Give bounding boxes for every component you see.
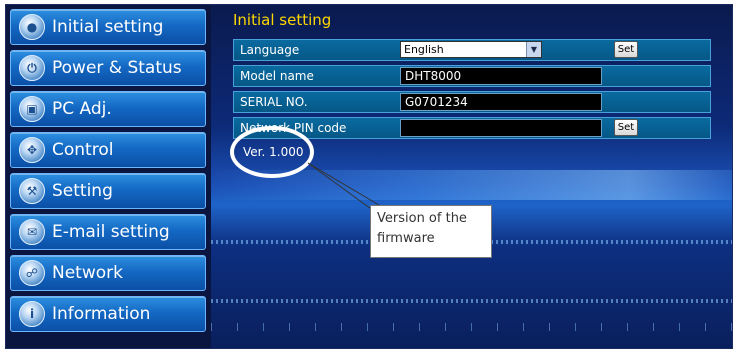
model-name-row: Model name DHT8000 (233, 65, 711, 87)
sidebar-item-information[interactable]: i Information (10, 296, 206, 332)
sidebar: ● Initial setting ⏻ Power & Status ▣ PC … (6, 5, 211, 348)
sidebar-item-label: Power & Status (52, 58, 182, 78)
network-pin-row: Network PIN code Set (233, 117, 711, 139)
sidebar-item-email-setting[interactable]: ✉ E-mail setting (10, 214, 206, 250)
sidebar-item-label: E-mail setting (52, 222, 170, 242)
network-pin-set-button[interactable]: Set (614, 119, 638, 136)
sidebar-item-label: PC Adj. (52, 99, 112, 119)
background-ticks (211, 323, 732, 331)
wrench-icon: ⚒ (19, 178, 45, 204)
mail-icon: ✉ (19, 219, 45, 245)
language-row: Language English ▼ Set (233, 39, 711, 61)
network-pin-label: Network PIN code (240, 121, 347, 135)
sidebar-item-label: Setting (52, 181, 113, 201)
network-icon: ☍ (19, 260, 45, 286)
monitor-icon: ▣ (19, 96, 45, 122)
background-dots (211, 299, 732, 303)
serial-number-row: SERIAL NO. G0701234 (233, 91, 711, 113)
sidebar-item-network[interactable]: ☍ Network (10, 255, 206, 291)
language-select-value: English (404, 43, 444, 56)
initial-setting-icon: ● (19, 14, 45, 40)
sidebar-item-label: Control (52, 140, 114, 160)
firmware-version: Ver. 1.000 (243, 145, 304, 159)
background-streak (211, 170, 732, 200)
callout-box: Version of the firmware (370, 205, 492, 258)
sidebar-item-power-status[interactable]: ⏻ Power & Status (10, 50, 206, 86)
language-label: Language (240, 43, 300, 57)
sidebar-item-control[interactable]: ✥ Control (10, 132, 206, 168)
sidebar-item-label: Information (52, 304, 151, 324)
sidebar-item-label: Network (52, 263, 123, 283)
model-name-value: DHT8000 (400, 67, 602, 85)
callout-line-1: Version of the (377, 211, 467, 226)
language-select[interactable]: English ▼ (400, 41, 542, 58)
page-title: Initial setting (233, 11, 332, 29)
main-panel: Initial setting Language English ▼ Set M… (211, 5, 732, 348)
serial-number-label: SERIAL NO. (240, 95, 308, 109)
info-icon: i (19, 301, 45, 327)
sidebar-item-initial-setting[interactable]: ● Initial setting (10, 9, 206, 45)
browser-frame: ● Initial setting ⏻ Power & Status ▣ PC … (5, 4, 733, 349)
control-icon: ✥ (19, 137, 45, 163)
language-set-button[interactable]: Set (614, 41, 638, 58)
network-pin-input[interactable] (400, 119, 602, 137)
sidebar-item-pc-adj[interactable]: ▣ PC Adj. (10, 91, 206, 127)
power-icon: ⏻ (19, 55, 45, 81)
serial-number-value: G0701234 (400, 93, 602, 111)
chevron-down-icon: ▼ (526, 42, 541, 57)
callout-line-2: firmware (377, 231, 435, 246)
model-name-label: Model name (240, 69, 314, 83)
sidebar-item-label: Initial setting (52, 17, 164, 37)
sidebar-item-setting[interactable]: ⚒ Setting (10, 173, 206, 209)
